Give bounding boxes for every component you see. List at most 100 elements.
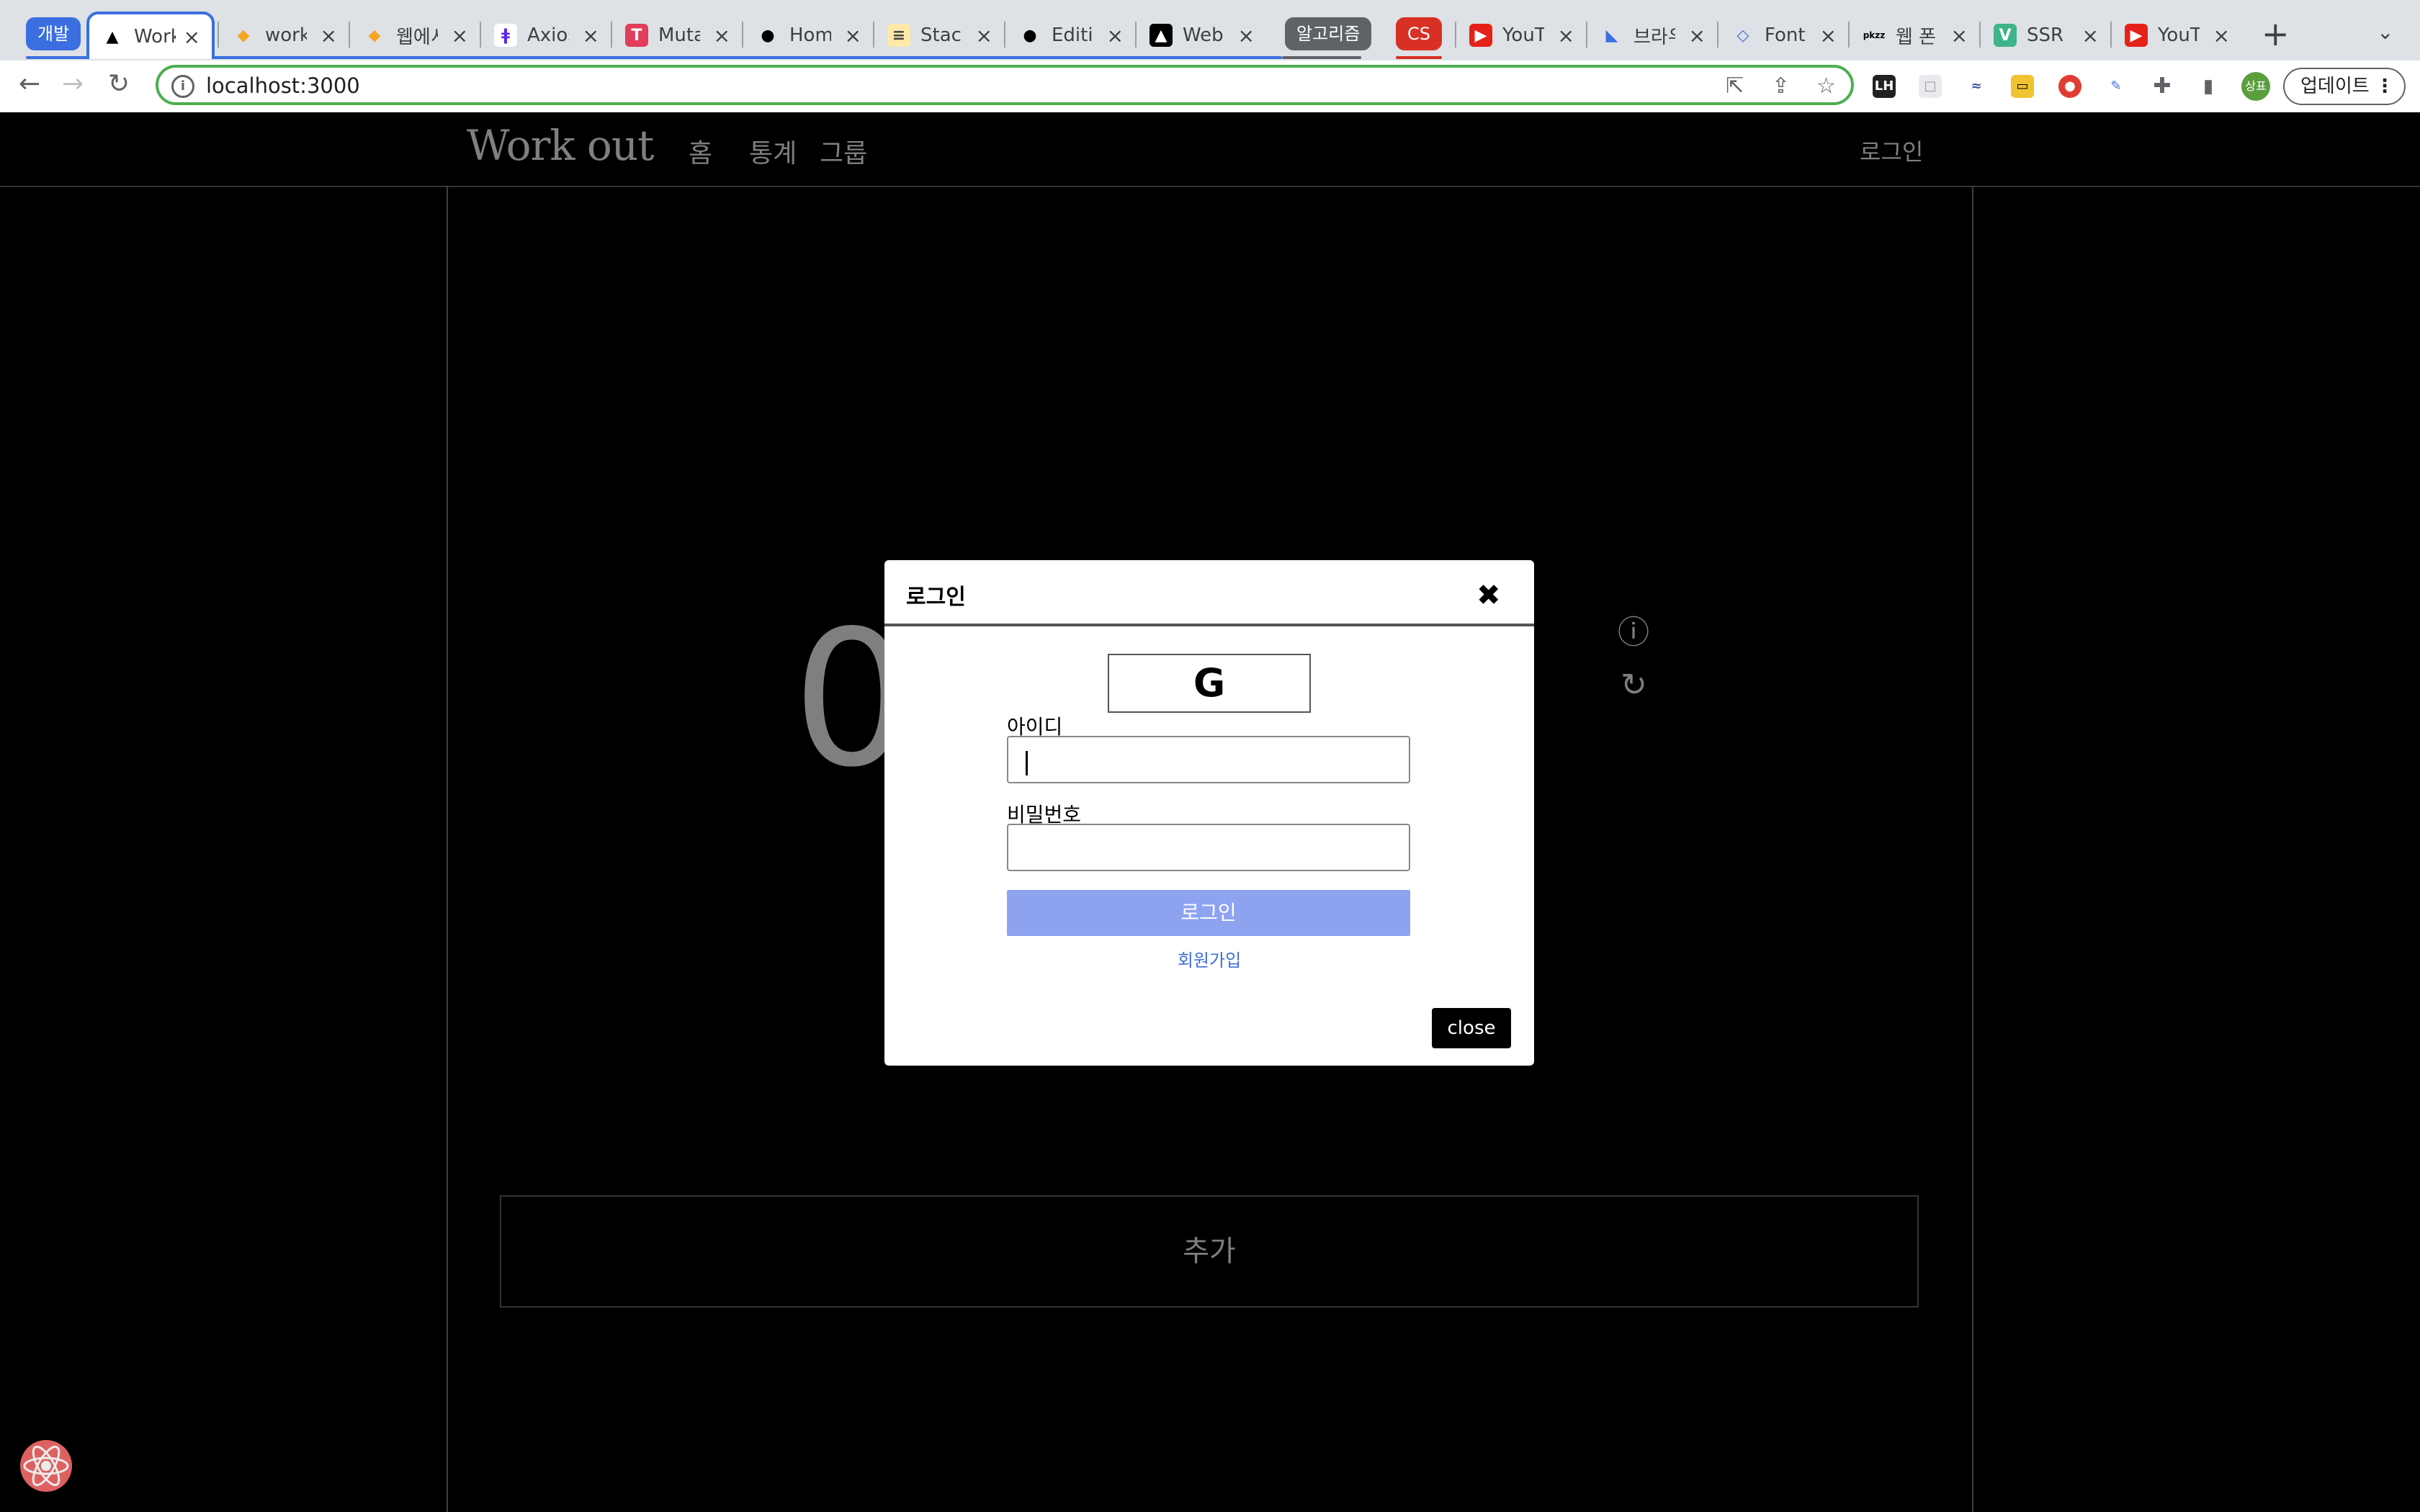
site-info-icon[interactable]: i	[171, 75, 194, 98]
firebase-icon: ◆	[368, 26, 381, 45]
tab-close-icon[interactable]: ×	[2213, 24, 2230, 48]
tab-close-icon[interactable]: ×	[452, 24, 468, 48]
address-bar[interactable]: i localhost:3000 ⇱ ⇪ ☆	[156, 65, 1854, 105]
tab-title: Axios	[527, 24, 569, 46]
tab-separator	[1586, 22, 1587, 48]
vue-icon: V	[1994, 24, 2017, 47]
extension-lh-icon[interactable]: LH	[1873, 75, 1896, 98]
browser-tab[interactable]: ◆ work ×	[220, 12, 349, 59]
tab-title: Work	[134, 26, 176, 48]
tab-close-icon[interactable]: ×	[1558, 24, 1574, 48]
browser-tab[interactable]: ◇ Font ×	[1720, 12, 1848, 59]
tab-separator	[611, 22, 612, 48]
browser-tab[interactable]: ≡ Stac ×	[876, 12, 1004, 59]
browser-toolbar: ← → ↻ i localhost:3000 ⇱ ⇪ ☆ LH □ ≈ ▭ ● …	[0, 60, 2420, 114]
tab-group-underline	[1396, 56, 1442, 59]
tab-title: Stac	[920, 24, 962, 46]
axios-icon: ǂ	[494, 24, 517, 47]
url-text[interactable]: localhost:3000	[206, 73, 360, 98]
tab-title: Web	[1183, 24, 1224, 46]
tab-title: 웹 폰	[1896, 26, 1937, 48]
tab-close-icon[interactable]: ×	[1689, 24, 1706, 48]
login-modal: 로그인 ✖ G 아이디 비밀번호 로그인 회원가입 close	[884, 560, 1534, 1066]
tab-close-icon[interactable]: ×	[845, 24, 861, 48]
tab-title: Font	[1765, 24, 1806, 46]
id-input[interactable]	[1007, 736, 1410, 783]
google-login-button[interactable]: G	[1108, 654, 1311, 713]
browser-tab[interactable]: ● Editi ×	[1007, 12, 1135, 59]
modal-title: 로그인	[906, 585, 966, 610]
tab-close-icon[interactable]: ×	[321, 24, 337, 48]
stackblitz-icon: ≡	[887, 24, 910, 47]
tab-separator	[873, 22, 874, 48]
browser-tab[interactable]: V SSR ×	[1982, 12, 2110, 59]
side-panel-icon[interactable]: ▮	[2197, 75, 2220, 98]
forward-icon[interactable]: →	[62, 69, 84, 99]
extension-blank-icon[interactable]: □	[1919, 75, 1942, 98]
tab-search-chevron-icon[interactable]: ⌄	[2377, 20, 2393, 44]
firebase-icon: ◆	[237, 26, 250, 45]
tab-close-icon[interactable]: ×	[1107, 24, 1124, 48]
browser-tab[interactable]: pkzz 웹 폰 ×	[1851, 12, 1979, 59]
browser-tab[interactable]: ▶ YouT ×	[2113, 12, 2241, 59]
tab-separator	[1717, 22, 1718, 48]
extension-folder-icon[interactable]: ▭	[2011, 75, 2034, 98]
tab-separator	[2110, 22, 2112, 48]
browser-tab[interactable]: ▶ YouT ×	[1458, 12, 1586, 59]
tab-separator	[480, 22, 481, 48]
tab-close-icon[interactable]: ×	[583, 24, 599, 48]
text-caret	[1026, 751, 1028, 775]
reload-icon[interactable]: ↻	[108, 69, 130, 99]
tab-group-chip[interactable]: CS	[1396, 17, 1442, 50]
tab-close-icon[interactable]: ×	[976, 24, 992, 48]
pkzz-icon: pkzz	[1863, 30, 1886, 40]
github-icon: ●	[1023, 26, 1037, 45]
browser-tab[interactable]: ● Hom ×	[745, 12, 873, 59]
browser-tab[interactable]: ǂ Axios ×	[483, 12, 611, 59]
login-submit-button[interactable]: 로그인	[1007, 890, 1410, 936]
bookmark-star-icon[interactable]: ☆	[1816, 73, 1836, 99]
browser-tab[interactable]: ▲ Web ×	[1138, 12, 1266, 59]
tab-close-icon[interactable]: ×	[2082, 24, 2099, 48]
tab-separator	[1004, 22, 1005, 48]
vercel-icon: ▲	[1150, 24, 1173, 47]
triangle-icon: ▲	[106, 27, 119, 46]
tab-close-icon[interactable]: ×	[714, 24, 730, 48]
extension-pen-icon[interactable]: ✎	[2105, 75, 2128, 98]
tab-close-icon[interactable]: ×	[184, 25, 200, 49]
back-icon[interactable]: ←	[19, 69, 40, 99]
avatar[interactable]: 상표	[2241, 72, 2270, 101]
tab-close-icon[interactable]: ×	[1238, 24, 1255, 48]
extensions-puzzle-icon[interactable]: ✚	[2151, 75, 2174, 98]
extension-shield-icon[interactable]: ●	[2058, 75, 2081, 98]
password-input[interactable]	[1007, 824, 1410, 871]
browser-tab[interactable]: ◆ 웹에서 ×	[351, 12, 480, 59]
update-button-label: 업데이트	[2300, 76, 2370, 97]
browser-chrome: ← → ↻ i localhost:3000 ⇱ ⇪ ☆ LH □ ≈ ▭ ● …	[0, 0, 2420, 114]
update-button[interactable]: 업데이트 ⋮	[2283, 68, 2406, 105]
tab-group-chip[interactable]: 알고리즘	[1285, 17, 1372, 50]
new-tab-icon[interactable]: +	[2262, 14, 2290, 53]
youtube-icon: ▶	[2125, 24, 2148, 47]
tab-title: Editi	[1052, 24, 1093, 46]
close-icon[interactable]: ✖	[1476, 579, 1501, 612]
browser-tab[interactable]: T Muta ×	[614, 12, 742, 59]
tab-close-icon[interactable]: ×	[1820, 24, 1837, 48]
tab-group-chip[interactable]: 개발	[26, 17, 81, 50]
share-icon[interactable]: ⇪	[1772, 73, 1790, 99]
google-icon: G	[1193, 660, 1226, 706]
menu-dots-icon: ⋮	[2375, 76, 2394, 97]
bookmark-icon: ◣	[1605, 26, 1618, 45]
close-button[interactable]: close	[1432, 1008, 1511, 1048]
extension-wave-icon[interactable]: ≈	[1965, 75, 1988, 98]
github-icon: ●	[761, 26, 775, 45]
browser-tab[interactable]: ◣ 브라우 ×	[1589, 12, 1717, 59]
tab-title: work	[265, 24, 307, 46]
tab-title: Muta	[658, 24, 700, 46]
open-in-app-icon[interactable]: ⇱	[1726, 73, 1744, 99]
browser-tab[interactable]: ▲ Work ×	[86, 12, 215, 59]
tab-close-icon[interactable]: ×	[1951, 24, 1968, 48]
tab-group-underline	[1282, 56, 1361, 59]
tab-separator	[218, 22, 219, 48]
signup-link[interactable]: 회원가입	[884, 946, 1534, 971]
